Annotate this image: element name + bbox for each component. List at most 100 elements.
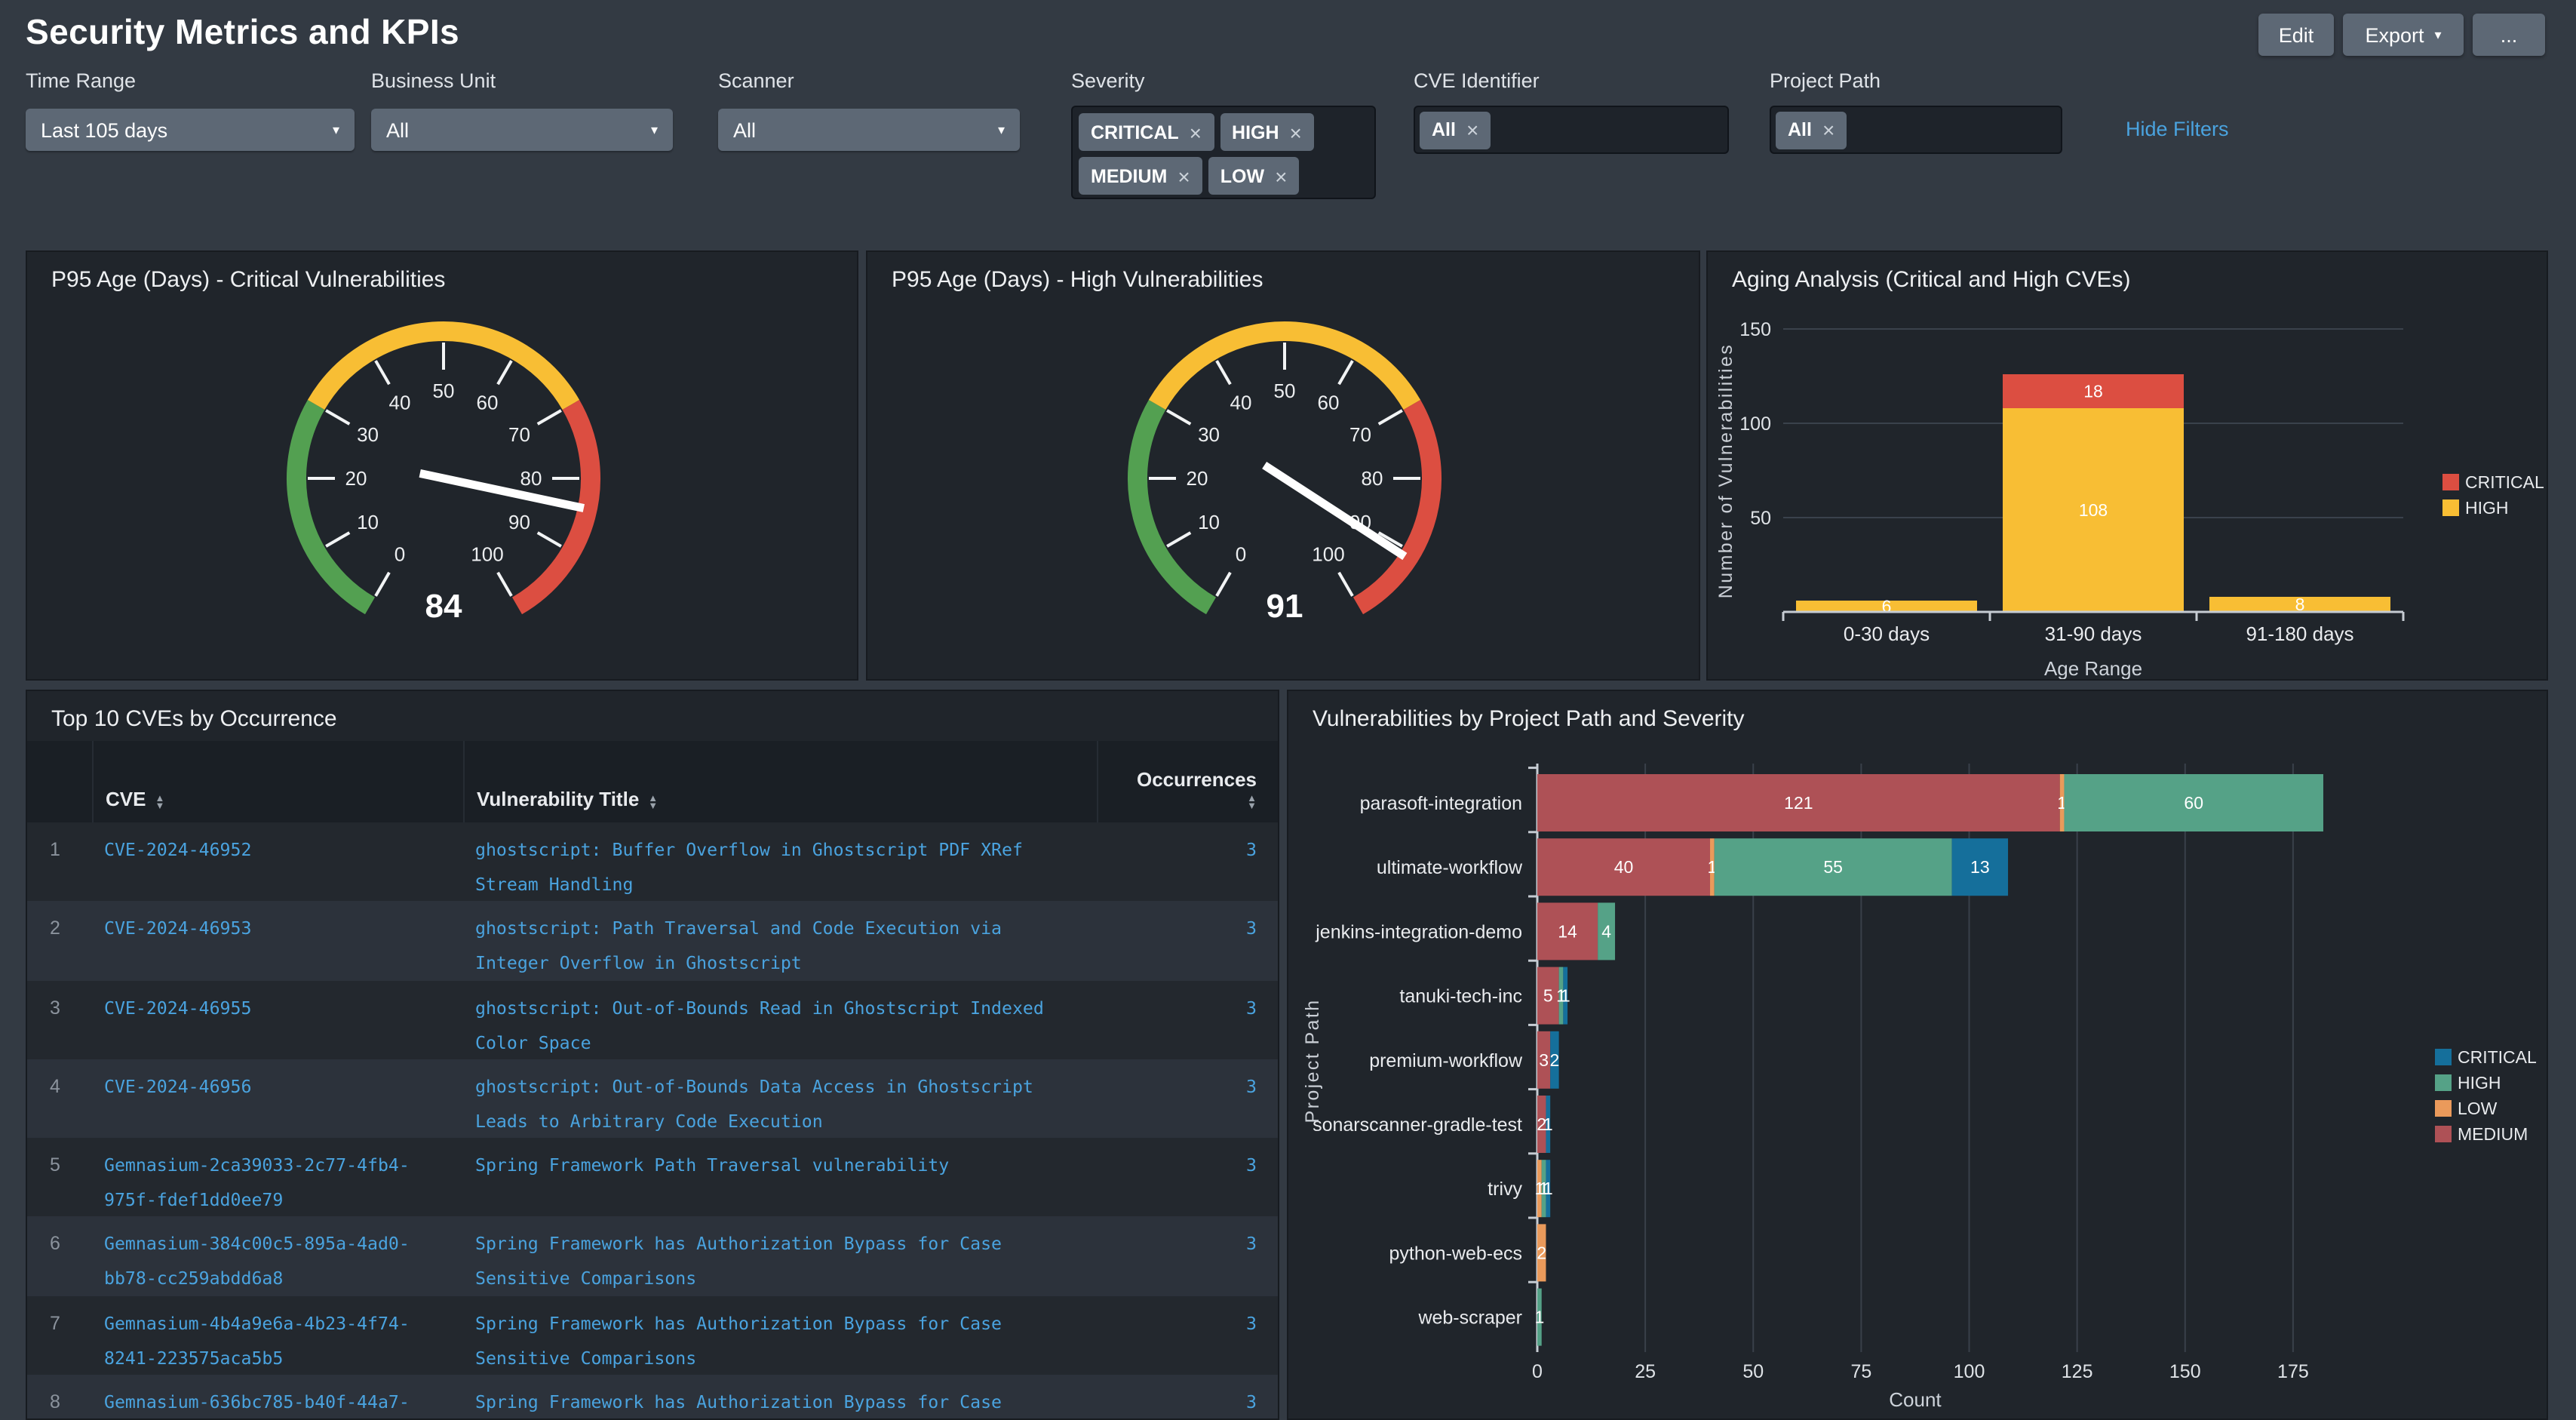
cve-link[interactable]: Gemnasium-384c00c5-895a-4ad0-bb78-cc259a… <box>104 1234 410 1289</box>
y-tick-label: 50 <box>1750 508 1771 529</box>
cve-identifier-input[interactable]: All× <box>1414 106 1729 154</box>
vulnerability-title-link[interactable]: ghostscript: Path Traversal and Code Exe… <box>475 918 1002 974</box>
vulnerability-title-link[interactable]: Spring Framework has Authorization Bypas… <box>475 1391 1002 1420</box>
gauge-tick-label: 70 <box>1349 423 1371 446</box>
gauge-high-chart: 010203040506070809010091 <box>867 252 1699 679</box>
cve-link[interactable]: CVE-2024-46952 <box>104 839 251 860</box>
filter-label: Severity <box>1071 69 1376 97</box>
legend-swatch[interactable] <box>2442 499 2459 516</box>
table-row: 3 CVE-2024-46955 ghostscript: Out-of-Bound… <box>27 980 1278 1059</box>
legend-swatch[interactable] <box>2435 1100 2452 1117</box>
vulnerability-title-link[interactable]: Spring Framework has Authorization Bypas… <box>475 1313 1002 1369</box>
table-row: 8 Gemnasium-636bc785-b40f-44a7-9c71-115ec… <box>27 1375 1278 1420</box>
time-range-dropdown[interactable]: Last 105 days ▾ <box>26 109 355 151</box>
severity-chip-medium[interactable]: MEDIUM× <box>1079 157 1202 195</box>
close-icon[interactable]: × <box>1275 164 1287 188</box>
cve-link[interactable]: CVE-2024-46956 <box>104 1076 251 1097</box>
table-row: 5Gemnasium-2ca39033-2c77-4fb4-975f-fdef1… <box>27 1138 1278 1217</box>
occurrences-value[interactable]: 3 <box>1246 1076 1257 1097</box>
business-unit-value: All <box>386 118 409 141</box>
occurrences-value[interactable]: 3 <box>1246 1313 1257 1334</box>
gauge-tick <box>1217 573 1230 596</box>
occurrences-value[interactable]: 3 <box>1246 839 1257 860</box>
hide-filters-link[interactable]: Hide Filters <box>2126 118 2229 140</box>
occurrences-value[interactable]: 3 <box>1246 918 1257 939</box>
business-unit-dropdown[interactable]: All ▾ <box>371 109 673 151</box>
bar-value-label: 2 <box>1537 1243 1546 1262</box>
severity-chip-low[interactable]: LOW × <box>1208 157 1300 195</box>
vulnerability-title-link[interactable]: Spring Framework Path Traversal vulnerab… <box>475 1154 949 1176</box>
severity-chip-high[interactable]: HIGH× <box>1220 113 1314 151</box>
panel-aging-analysis: Aging Analysis (Critical and High CVEs) … <box>1706 250 2548 681</box>
close-icon[interactable]: × <box>1177 164 1190 188</box>
x-tick-label: 150 <box>2169 1361 2201 1382</box>
legend-swatch[interactable] <box>2435 1049 2452 1065</box>
cve-link[interactable]: Gemnasium-4b4a9e6a-4b23-4f74-8241-223575… <box>104 1313 410 1369</box>
legend-swatch[interactable] <box>2435 1126 2452 1142</box>
project-path-chip-all[interactable]: All× <box>1776 111 1847 149</box>
chip-label: LOW <box>1220 165 1264 186</box>
gauge-tick <box>538 533 561 546</box>
gauge-tick-label: 10 <box>357 511 379 533</box>
vulnerability-title-link[interactable]: ghostscript: Out-of-Bounds Read in Ghost… <box>475 997 1044 1053</box>
category-label: ultimate-workflow <box>1377 857 1523 878</box>
project-path-input[interactable]: All× <box>1770 106 2062 154</box>
legend-swatch[interactable] <box>2435 1074 2452 1091</box>
vulnerability-title-link[interactable]: ghostscript: Out-of-Bounds Data Access i… <box>475 1076 1033 1132</box>
close-icon[interactable]: × <box>1190 120 1202 144</box>
sort-icon[interactable]: ▲▼ <box>1247 795 1257 810</box>
chip-label: CRITICAL <box>1091 121 1179 143</box>
filter-label: CVE Identifier <box>1414 69 1729 97</box>
gauge-tick-label: 20 <box>345 467 367 490</box>
edit-button[interactable]: Edit <box>2258 14 2334 56</box>
vulnerability-title-link[interactable]: Spring Framework has Authorization Bypas… <box>475 1234 1002 1289</box>
chevron-down-icon: ▾ <box>333 123 339 137</box>
close-icon[interactable]: × <box>1822 118 1835 142</box>
panel-title: P95 Age (Days) - Critical Vulnerabilitie… <box>51 267 445 293</box>
filter-label: Time Range <box>26 69 355 97</box>
severity-multiselect[interactable]: CRITICAL × HIGH× MEDIUM× LOW × <box>1071 106 1376 199</box>
bar-value-label: 1 <box>1543 1179 1553 1198</box>
close-icon[interactable]: × <box>1290 120 1302 144</box>
table-row: 4CVE-2024-46956ghostscript: Out-of-Bound… <box>27 1059 1278 1139</box>
occurrences-value[interactable]: 3 <box>1246 1154 1257 1176</box>
gauge-tick <box>326 533 349 546</box>
occurrences-column-header[interactable]: Occurrences ▲▼ <box>1097 741 1278 822</box>
aging-analysis-chart: 5010015060-30 days1081831-90 days891-180… <box>1708 252 2547 679</box>
more-button[interactable]: ... <box>2473 14 2545 56</box>
gauge-svg: 010203040506070809010084 <box>27 252 858 681</box>
cve-link[interactable]: CVE-2024-46953 <box>104 918 251 939</box>
gauge-tick <box>1217 361 1230 384</box>
y-axis-label: Number of Vulnerabilities <box>1715 343 1736 598</box>
filter-severity: Severity CRITICAL × HIGH× MEDIUM× LOW × <box>1071 69 1376 199</box>
severity-chip-critical[interactable]: CRITICAL × <box>1079 113 1214 151</box>
occurrences-value[interactable]: 3 <box>1246 1234 1257 1255</box>
gauge-tick-label: 20 <box>1187 467 1208 490</box>
legend-swatch[interactable] <box>2442 474 2459 490</box>
category-label: 31-90 days <box>2045 622 2142 645</box>
close-icon[interactable]: × <box>1466 118 1478 142</box>
gauge-tick-label: 30 <box>357 423 379 446</box>
occurrences-value[interactable]: 3 <box>1246 997 1257 1018</box>
legend-item: LOW <box>2458 1099 2498 1118</box>
cve-link[interactable]: Gemnasium-636bc785-b40f-44a7-9c71-115ec0… <box>104 1391 410 1420</box>
cve-link[interactable]: Gemnasium-2ca39033-2c77-4fb4-975f-fdef1d… <box>104 1154 410 1210</box>
occurrences-value[interactable]: 3 <box>1246 1391 1257 1412</box>
gauge-tick <box>538 410 561 424</box>
title-column-header[interactable]: Vulnerability Title ▲▼ <box>463 741 1097 822</box>
sort-icon[interactable]: ▲▼ <box>648 795 658 810</box>
gauge-tick-label: 40 <box>389 392 411 414</box>
filter-business-unit: Business Unit All ▾ <box>371 69 673 151</box>
category-label: trivy <box>1488 1179 1522 1200</box>
export-button[interactable]: Export ▾ <box>2343 14 2464 56</box>
gauge-tick-label: 80 <box>520 467 542 490</box>
scanner-dropdown[interactable]: All ▾ <box>718 109 1020 151</box>
time-range-value: Last 105 days <box>41 118 167 141</box>
sort-icon[interactable]: ▲▼ <box>155 795 164 810</box>
cve-link[interactable]: CVE-2024-46955 <box>104 997 251 1018</box>
vulnerability-title-link[interactable]: ghostscript: Buffer Overflow in Ghostscr… <box>475 839 1023 895</box>
cve-identifier-chip-all[interactable]: All× <box>1420 111 1491 149</box>
cve-column-header[interactable]: CVE ▲▼ <box>92 741 463 822</box>
category-label: jenkins-integration-demo <box>1315 921 1522 942</box>
row-number: 8 <box>27 1375 92 1420</box>
